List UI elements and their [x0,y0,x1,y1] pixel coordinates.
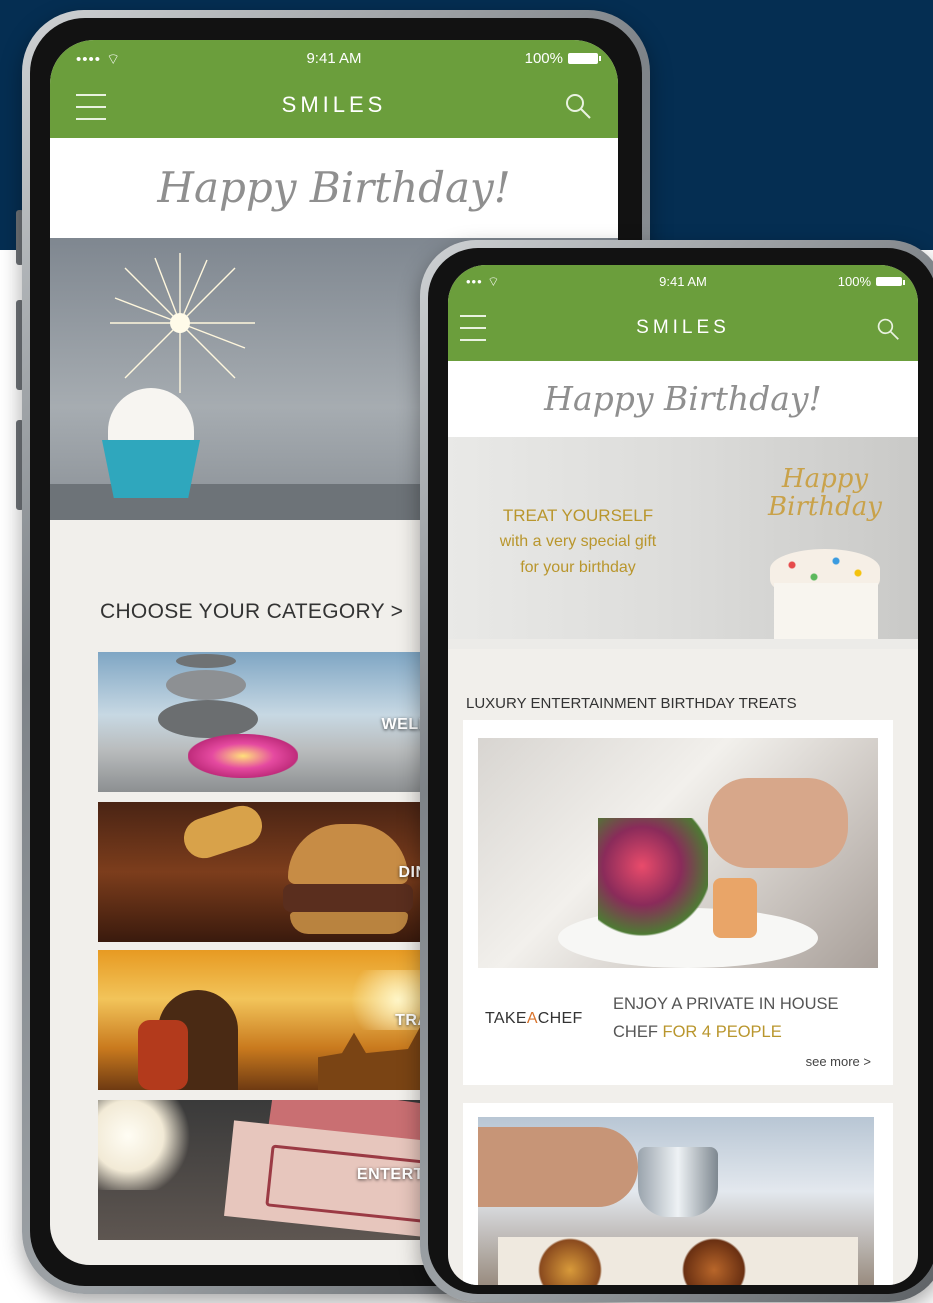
offer-card-2[interactable] [463,1103,893,1285]
cake-topper: Happy Birthday [768,464,882,522]
status-bar: •••• ⌔ 9:41 AM 100% [50,40,618,76]
battery-icon [876,277,905,286]
battery-indicator: 100% [524,50,601,67]
status-bar: ••• ⌔ 9:41 AM 100% [448,265,918,297]
backpack [138,1020,188,1090]
section-heading: LUXURY ENTERTAINMENT BIRTHDAY TREATS [466,695,797,712]
partner-logo: TAKEACHEF [485,1010,583,1027]
app-brand: SMILES [281,92,387,117]
see-more-link[interactable]: see more > [806,1054,871,1069]
hero-table-edge [448,639,918,649]
offer-image [478,738,878,968]
search-icon[interactable] [876,317,900,341]
battery-icon [568,53,601,64]
stone-2 [166,670,246,700]
plated-food [498,1237,858,1285]
search-icon[interactable] [564,92,592,120]
popcorn [98,1100,198,1190]
dish-garnish [598,818,708,938]
dish-sides [713,878,757,938]
greeting-title: Happy Birthday! [50,138,618,238]
burger-base [290,912,408,934]
offer-card[interactable]: TAKEACHEF ENJOY A PRIVATE IN HOUSE CHEF … [463,720,893,1085]
categories-heading[interactable]: CHOOSE YOUR CATEGORY > [100,600,403,624]
app-header: SMILES [448,297,918,361]
hero-banner[interactable]: TREAT YOURSELF with a very special gift … [448,437,918,649]
hero-text: TREAT YOURSELF with a very special gift … [499,506,657,576]
burger-patty [283,884,413,912]
greeting-title: Happy Birthday! [448,361,918,437]
saucepan [638,1147,718,1217]
app-header: SMILES [50,76,618,138]
phone-right-screen: ••• ⌔ 9:41 AM 100% SMILES Happy Birthday… [448,265,918,1285]
stone-1 [176,654,236,668]
battery-percent: 100% [524,50,563,67]
offer-image-2 [478,1117,874,1285]
cake-body [774,583,878,639]
app-brand: SMILES [636,317,730,338]
fries [178,802,268,864]
phone-right: ••• ⌔ 9:41 AM 100% SMILES Happy Birthday… [420,240,933,1302]
chef-arm [478,1127,638,1207]
sparkler-icon [110,253,255,393]
cupcake-wrapper [102,440,200,498]
offer-title: ENJOY A PRIVATE IN HOUSE CHEF FOR 4 PEOP… [613,995,839,1041]
chef-hand [708,778,848,868]
lotus-flower [188,734,298,778]
battery-indicator: 100% [837,274,905,289]
battery-percent: 100% [837,274,871,289]
